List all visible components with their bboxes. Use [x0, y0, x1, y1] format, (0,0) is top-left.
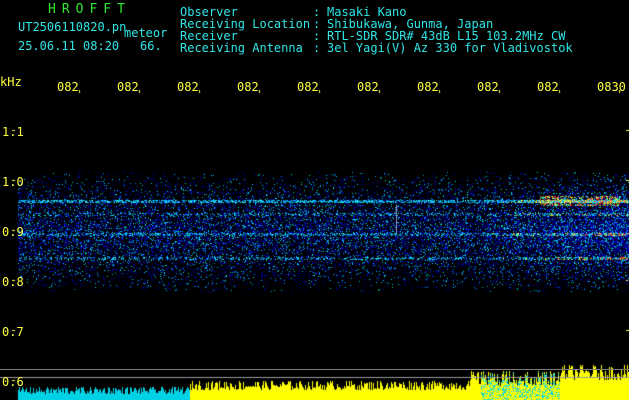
- spectrogram-canvas: [0, 0, 629, 400]
- datetime: 25.06.11 08:20: [18, 39, 120, 53]
- x-tick-label: 082: [297, 80, 319, 94]
- x-tick-label: 082: [357, 80, 379, 94]
- y-tick-label: 0.8: [2, 275, 24, 289]
- y-tick-label: 1.1: [2, 125, 24, 139]
- y-tick-label: 1.0: [2, 175, 24, 189]
- baseline-divider: [0, 369, 629, 370]
- x-tick-label: 082: [237, 80, 259, 94]
- y-unit-label: kHz: [0, 75, 22, 89]
- antenna-label: Receiving Antenna: [180, 41, 303, 55]
- x-tick-label: 082: [537, 80, 559, 94]
- count: 66.: [140, 39, 162, 53]
- y-tick-label: 0.9: [2, 225, 24, 239]
- hrofft-logo: HROFFT: [48, 2, 131, 17]
- filename: UT2506110820.pn: [18, 20, 127, 34]
- x-tick-label: 0830: [597, 80, 626, 94]
- y-tick-label: 0.6: [2, 375, 24, 389]
- x-tick-label: 082: [477, 80, 499, 94]
- antenna-value: 3el Yagi(V) Az 330 for Vladivostok: [327, 41, 573, 55]
- x-tick-label: 082: [57, 80, 79, 94]
- x-tick-label: 082: [417, 80, 439, 94]
- antenna-sep: :: [313, 41, 321, 55]
- x-tick-label: 082: [117, 80, 139, 94]
- y-tick-label: 0.7: [2, 325, 24, 339]
- x-tick-label: 082: [177, 80, 199, 94]
- mode-label: meteor: [124, 26, 168, 40]
